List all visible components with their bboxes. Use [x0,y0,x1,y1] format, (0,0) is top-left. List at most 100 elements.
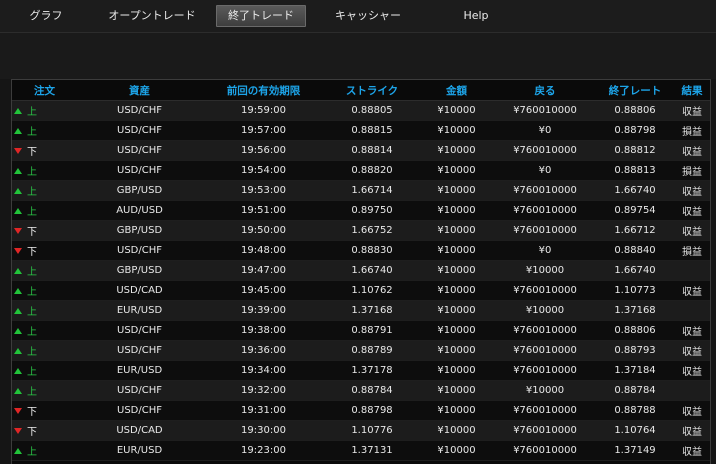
table-row[interactable]: 上 EUR/USD 19:39:00 1.37168 ¥10000 ¥10000 1.371… [12,300,710,321]
return-cell: ¥0 [494,240,596,261]
amount-cell: ¥10000 [419,440,494,461]
asset-cell: GBP/USD [77,220,202,241]
triangle-down-icon [14,228,22,234]
direction-label: 上 [27,107,37,118]
amount-cell: ¥10000 [419,120,494,141]
amount-cell: ¥10000 [419,260,494,281]
table-row[interactable]: 下 USD/CHF 19:48:00 0.88830 ¥10000 ¥0 0.88840 損益 [12,240,710,261]
direction-cell: 下 [12,420,77,441]
table-row[interactable]: 上 AUD/USD 19:51:00 0.89750 ¥10000 ¥760010000 0… [12,200,710,221]
expiry-cell: 19:50:00 [202,220,325,241]
result-cell: 収益 [674,440,710,461]
table-row[interactable]: 上 USD/CHF 19:59:00 0.88805 ¥10000 ¥760010000 0… [12,100,710,121]
result-cell [674,260,710,281]
table-row[interactable]: 上 GBP/USD 19:53:00 1.66714 ¥10000 ¥760010000 1… [12,180,710,201]
return-cell: ¥10000 [494,380,596,401]
amount-cell: ¥10000 [419,180,494,201]
table-row[interactable]: 上 EUR/USD 19:23:00 1.37131 ¥10000 ¥760010000 1… [12,440,710,461]
header-expiry[interactable]: 前回の有効期限 [202,80,325,101]
close-rate-cell: 1.10764 [596,420,674,441]
close-rate-cell: 1.10773 [596,280,674,301]
result-cell: 損益 [674,160,710,181]
header-strike[interactable]: ストライク [325,80,419,101]
table-row[interactable]: 下 GBP/USD 19:50:00 1.66752 ¥10000 ¥760010000 1… [12,220,710,241]
amount-cell: ¥10000 [419,340,494,361]
header-asset[interactable]: 資産 [77,80,202,101]
expiry-cell: 19:48:00 [202,240,325,261]
amount-cell: ¥10000 [419,160,494,181]
table-row[interactable]: 下 USD/CHF 19:31:00 0.88798 ¥10000 ¥760010000 0… [12,400,710,421]
table-row[interactable]: 下 USD/CHF 19:56:00 0.88814 ¥10000 ¥760010000 0… [12,140,710,161]
triangle-up-icon [14,448,22,454]
return-cell: ¥760010000 [494,320,596,341]
triangle-up-icon [14,188,22,194]
direction-label: 上 [27,127,37,138]
header-result[interactable]: 結果 [674,80,710,101]
return-cell: ¥0 [494,160,596,181]
strike-cell: 1.66752 [325,220,419,241]
strike-cell: 0.88798 [325,400,419,421]
expiry-cell: 19:47:00 [202,260,325,281]
direction-cell: 上 [12,320,77,341]
triangle-up-icon [14,128,22,134]
amount-cell: ¥10000 [419,100,494,121]
table-row[interactable]: 上 USD/CHF 19:36:00 0.88789 ¥10000 ¥760010000 0… [12,340,710,361]
direction-label: 上 [27,327,37,338]
tab-chart[interactable]: グラフ [18,5,74,27]
close-rate-cell: 0.88784 [596,380,674,401]
tab-open-trades[interactable]: オープントレード [106,5,198,27]
return-cell: ¥760010000 [494,140,596,161]
close-rate-cell: 1.66712 [596,220,674,241]
close-rate-cell: 0.88788 [596,400,674,421]
close-rate-cell: 1.37168 [596,300,674,321]
expiry-cell: 19:56:00 [202,140,325,161]
expiry-cell: 19:31:00 [202,400,325,421]
table-row[interactable]: 上 USD/CHF 19:54:00 0.88820 ¥10000 ¥0 0.88813 損益 [12,160,710,181]
table-row[interactable]: 下 USD/CAD 19:30:00 1.10776 ¥10000 ¥760010000 1… [12,420,710,441]
tab-cashier[interactable]: キャッシャー [330,5,406,27]
amount-cell: ¥10000 [419,200,494,221]
result-cell: 収益 [674,320,710,341]
asset-cell: AUD/USD [77,200,202,221]
expiry-cell: 19:32:00 [202,380,325,401]
table-row[interactable]: 上 USD/CHF 19:32:00 0.88784 ¥10000 ¥10000 0.887… [12,380,710,401]
close-rate-cell: 0.89754 [596,200,674,221]
direction-cell: 上 [12,280,77,301]
result-cell: 収益 [674,200,710,221]
direction-label: 上 [27,387,37,398]
direction-cell: 上 [12,360,77,381]
tab-closed-trades[interactable]: 終了トレード [216,5,306,27]
strike-cell: 0.88814 [325,140,419,161]
expiry-cell: 19:45:00 [202,280,325,301]
asset-cell: USD/CHF [77,380,202,401]
direction-label: 上 [27,267,37,278]
header-order[interactable]: 注文 [12,80,77,101]
table-row[interactable]: 上 GBP/USD 19:47:00 1.66740 ¥10000 ¥10000 1.667… [12,260,710,281]
asset-cell: USD/CHF [77,400,202,421]
triangle-up-icon [14,388,22,394]
header-return[interactable]: 戻る [494,80,596,101]
triangle-down-icon [14,148,22,154]
close-rate-cell: 0.88793 [596,340,674,361]
direction-label: 上 [27,287,37,298]
direction-label: 下 [27,247,37,258]
direction-cell: 上 [12,440,77,461]
asset-cell: USD/CAD [77,420,202,441]
header-close-rate[interactable]: 終了レート [596,80,674,101]
amount-cell: ¥10000 [419,320,494,341]
strike-cell: 0.88791 [325,320,419,341]
table-row[interactable]: 上 EUR/USD 19:34:00 1.37178 ¥10000 ¥760010000 1… [12,360,710,381]
return-cell: ¥10000 [494,300,596,321]
tab-help[interactable]: Help [452,5,500,27]
table-row[interactable]: 上 USD/CHF 19:57:00 0.88815 ¥10000 ¥0 0.88798 損益 [12,120,710,141]
table-row[interactable]: 上 USD/CAD 19:45:00 1.10762 ¥10000 ¥760010000 1… [12,280,710,301]
direction-cell: 上 [12,380,77,401]
header-amount[interactable]: 金額 [419,80,494,101]
close-rate-cell: 0.88813 [596,160,674,181]
triangle-up-icon [14,308,22,314]
direction-cell: 下 [12,140,77,161]
result-cell: 収益 [674,180,710,201]
triangle-up-icon [14,268,22,274]
asset-cell: USD/CHF [77,240,202,261]
table-row[interactable]: 上 USD/CHF 19:38:00 0.88791 ¥10000 ¥760010000 0… [12,320,710,341]
